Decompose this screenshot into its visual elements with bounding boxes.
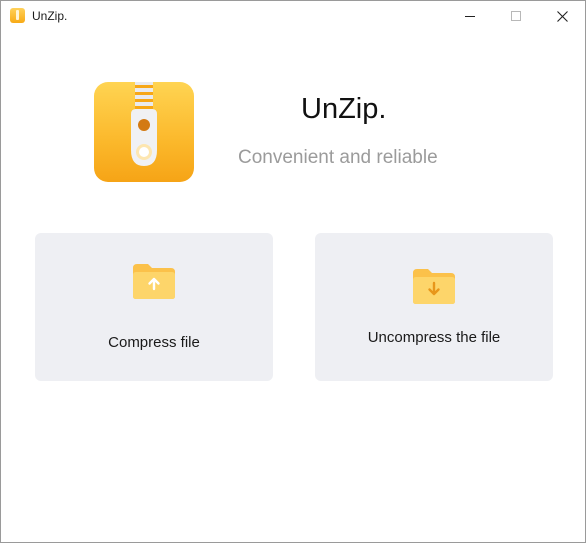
close-icon (556, 10, 568, 22)
title-bar[interactable]: UnZip. (1, 1, 585, 31)
uncompress-file-label: Uncompress the file (367, 329, 501, 346)
uncompress-file-button[interactable]: Uncompress the file (315, 233, 553, 381)
compress-file-label: Compress file (108, 334, 200, 351)
app-icon (10, 8, 25, 23)
window-title: UnZip. (32, 9, 68, 23)
compress-file-button[interactable]: Compress file (35, 233, 273, 381)
app-logo (94, 82, 194, 182)
app-tagline: Convenient and reliable (238, 147, 438, 168)
app-name: UnZip. (301, 93, 387, 125)
folder-download-icon (413, 269, 455, 304)
folder-upload-icon (133, 264, 175, 299)
close-button[interactable] (539, 1, 585, 31)
minimize-icon (465, 15, 475, 17)
app-window: UnZip. UnZip. Convenient and reliable Co… (0, 0, 586, 543)
maximize-button[interactable] (493, 1, 539, 31)
minimize-button[interactable] (447, 1, 493, 31)
zipper-icon (131, 82, 157, 166)
maximize-icon (511, 11, 521, 21)
